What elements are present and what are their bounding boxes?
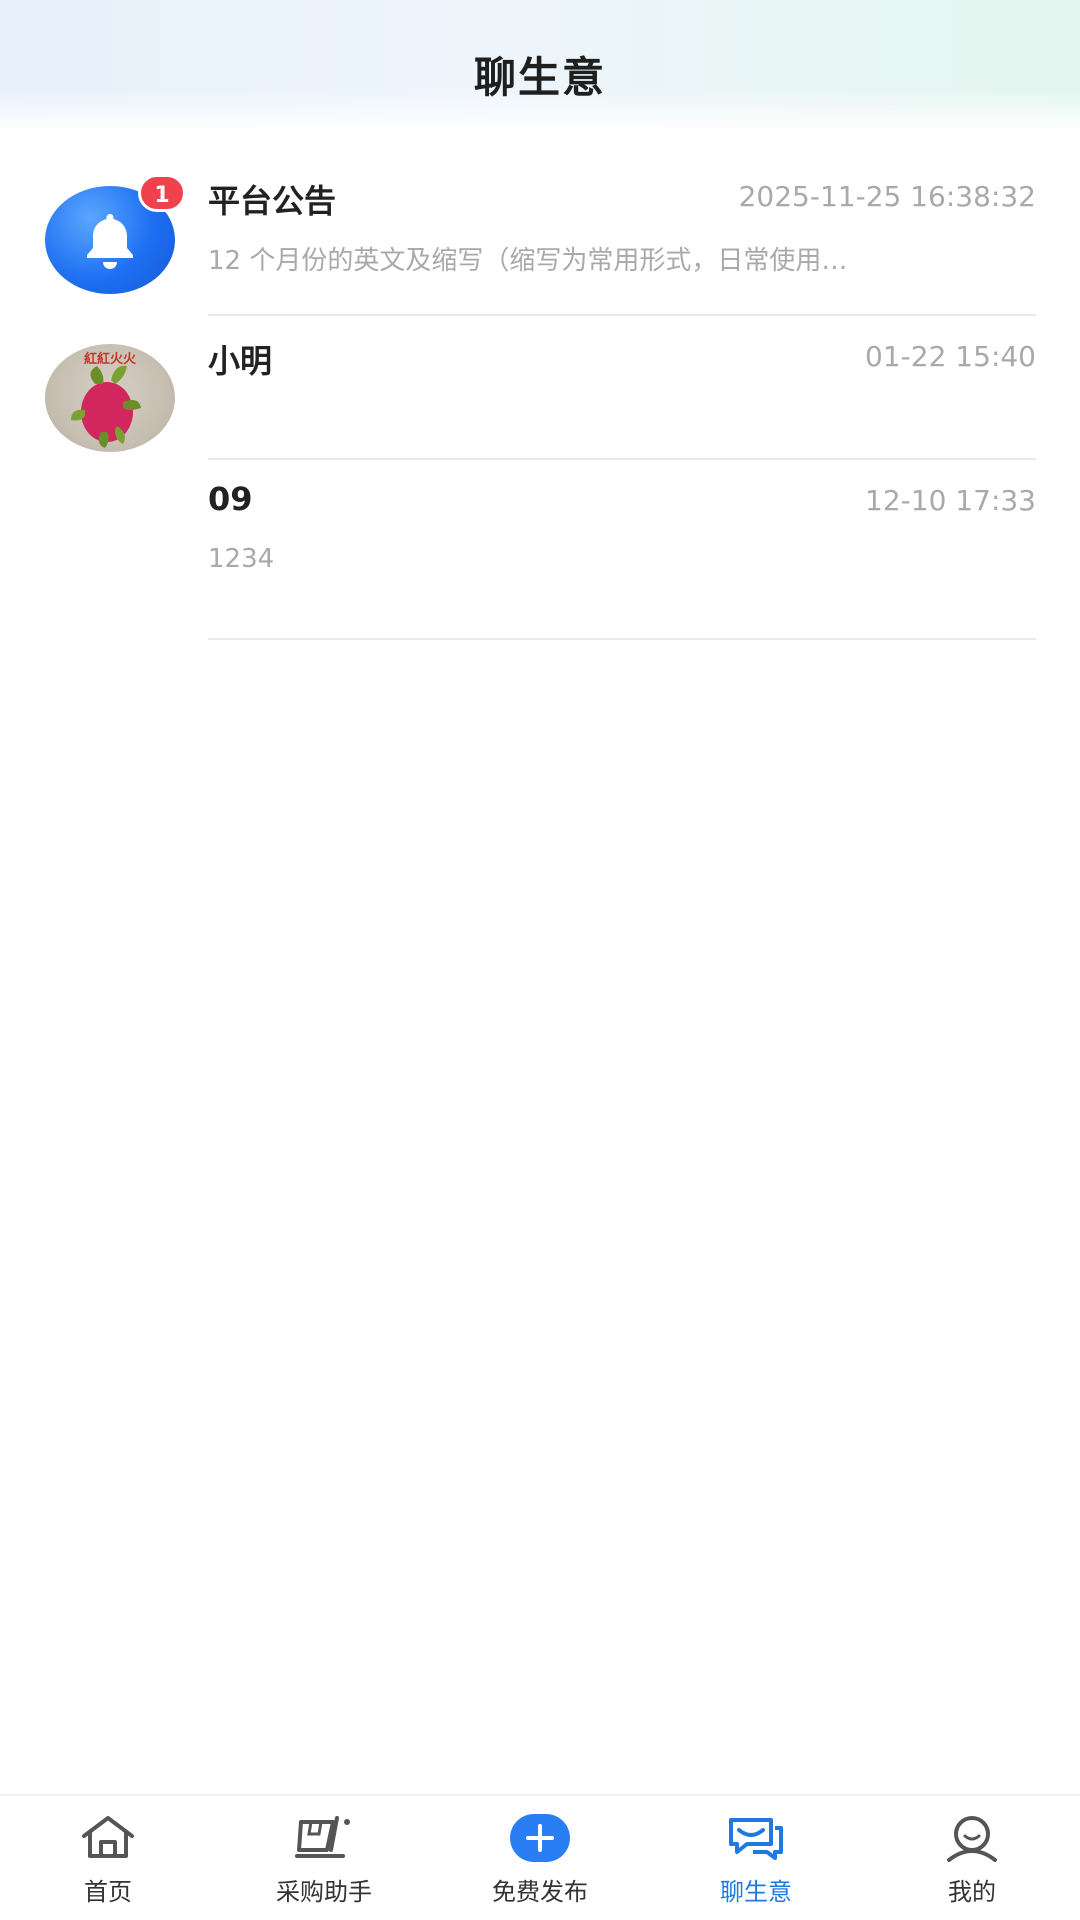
cart-icon xyxy=(295,1816,350,1858)
tab-free-publish[interactable]: 免费发布 xyxy=(432,1796,648,1920)
conversation-preview: 12 个月份的英文及缩写（缩写为常用形式，日常使用… xyxy=(208,246,848,276)
header: 聊生意 xyxy=(0,0,1080,128)
list-item-09[interactable]: 09 12-10 17:33 1234 xyxy=(0,462,1080,644)
unread-badge: 1 xyxy=(138,174,186,212)
conversation-name: 09 xyxy=(208,480,253,518)
tab-label: 我的 xyxy=(948,1878,996,1906)
conversation-name: 小明 xyxy=(208,342,273,380)
tab-label: 聊生意 xyxy=(720,1878,792,1906)
user-icon xyxy=(947,1816,997,1862)
app-screen: 聊生意 1 平台公告 2025-11-25 16:38:32 12 个月份的英文… xyxy=(0,0,1080,1920)
tab-mine[interactable]: 我的 xyxy=(864,1796,1080,1920)
conversation-time: 2025-11-25 16:38:32 xyxy=(738,180,1036,213)
bell-icon xyxy=(87,214,133,269)
dragon-fruit-image xyxy=(71,365,141,448)
chat-icon xyxy=(729,1818,783,1860)
tab-purchase-assistant[interactable]: 采购助手 xyxy=(216,1796,432,1920)
list-item-xiaoming[interactable]: 紅紅火火 小明 01-22 15:40 xyxy=(0,318,1080,462)
page-title: 聊生意 xyxy=(473,53,606,102)
tab-home[interactable]: 首页 xyxy=(0,1796,216,1920)
plus-icon xyxy=(510,1814,570,1862)
home-icon xyxy=(82,1816,134,1858)
divider xyxy=(208,458,1036,460)
message-list: 1 平台公告 2025-11-25 16:38:32 12 个月份的英文及缩写（… xyxy=(0,128,1080,644)
conversation-name: 平台公告 xyxy=(208,182,337,220)
conversation-time: 01-22 15:40 xyxy=(865,340,1036,373)
conversation-time: 12-10 17:33 xyxy=(865,484,1036,517)
tab-chat-business[interactable]: 聊生意 xyxy=(648,1796,864,1920)
list-item-platform-notice[interactable]: 1 平台公告 2025-11-25 16:38:32 12 个月份的英文及缩写（… xyxy=(0,128,1080,318)
divider xyxy=(208,638,1036,640)
avatar: 紅紅火火 xyxy=(45,344,175,452)
divider xyxy=(208,314,1036,316)
tab-label: 免费发布 xyxy=(492,1878,588,1906)
conversation-preview: 1234 xyxy=(208,544,275,574)
tab-label: 首页 xyxy=(84,1878,132,1906)
tab-label: 采购助手 xyxy=(276,1878,372,1906)
bottom-tab-bar: 首页 采购助手 免费发布 聊生意 我的 xyxy=(0,1794,1080,1920)
